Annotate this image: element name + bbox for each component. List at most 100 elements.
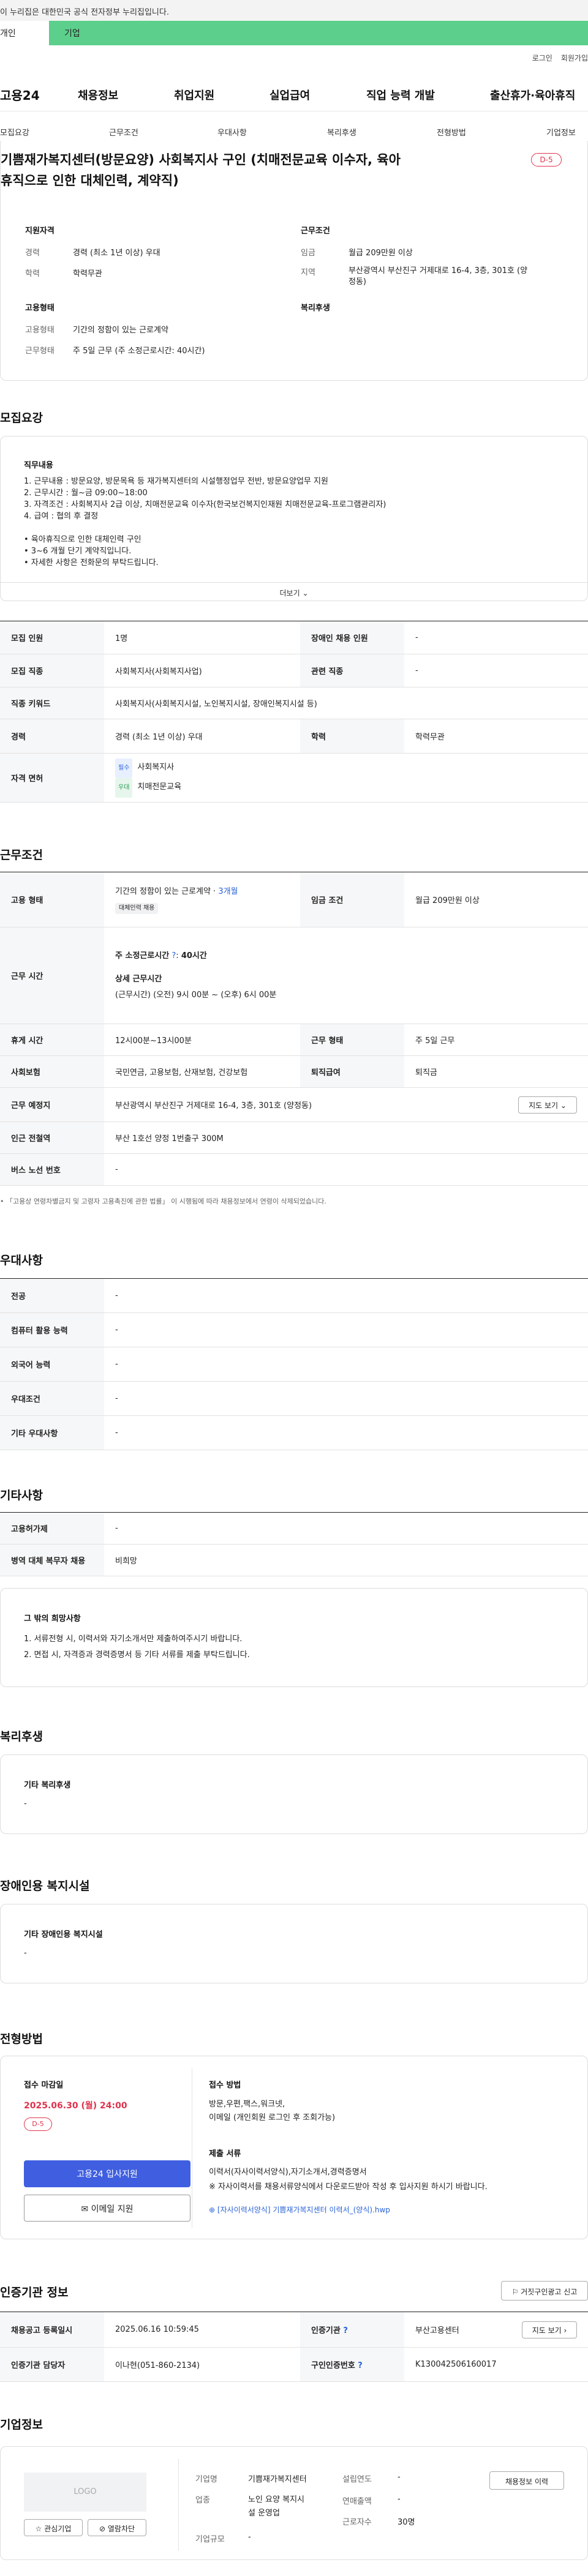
row-header: 사회보험: [0, 1055, 104, 1088]
company-logo-placeholder: LOGO: [24, 2473, 146, 2512]
work-value: 주 5일 근무 (주 소정근로시간: 40시간): [73, 346, 205, 356]
section-anchor-nav: 모집요강 근무조건 우대사항 복리후생 전형방법 기업정보: [0, 119, 588, 143]
menu-employment-support[interactable]: 취업지원: [174, 87, 214, 103]
row-value: 학력무관: [404, 719, 588, 754]
org-header-label: 인증기관: [311, 2326, 341, 2335]
row-header: 전공: [0, 1278, 104, 1313]
dday-badge: D-5: [24, 2117, 52, 2131]
etc-table: 고용허가제 - 병역 대체 복무자 채용 비희망: [0, 1512, 588, 1576]
table-row: 전공 -: [0, 1278, 588, 1313]
disability-facility-heading: 기타 장애인용 복지시설: [24, 1930, 103, 1939]
license-name: 치매전문교육: [137, 782, 182, 792]
row-header: 학력: [300, 719, 404, 754]
email-apply-label: 이메일 지원: [91, 2204, 134, 2214]
selection-card: 접수 마감일 2025.06.30 (월) 24:00 D-5 고용24 입사지…: [0, 2056, 588, 2239]
row-header: 자격 면허: [0, 753, 104, 803]
preferred-badge: 우대: [115, 777, 133, 798]
menu-skills-development[interactable]: 직업 능력 개발: [366, 87, 435, 103]
row-value: 1명: [104, 621, 300, 654]
anchor-welfare[interactable]: 복리후생: [327, 126, 356, 138]
preference-table: 전공 - 컴퓨터 활용 능력 - 외국어 능력 - 우대조건 - 기타 우대사항 -: [0, 1278, 588, 1450]
row-header: 근무 예정지: [0, 1087, 104, 1122]
welfare-card: 기타 복리후생 -: [0, 1754, 588, 1834]
resume-file-link[interactable]: ⊕ [자사이력서양식] 기쁨재가복지센터 이력서_(양식).hwp: [209, 2204, 390, 2215]
size-value: -: [248, 2533, 251, 2542]
row-value: 12시00분~13시00분: [104, 1024, 300, 1056]
row-header: 기타 우대사항: [0, 1415, 104, 1450]
tab-business[interactable]: 기업: [64, 27, 80, 39]
gov-banner-text: 이 누리집은 대한민국 공식 전자정부 누리집입니다.: [0, 8, 169, 17]
other-wishes-line: 2. 면접 시, 자격증과 경력증명서 등 기타 서류를 제출 부탁드립니다.: [24, 1650, 250, 1660]
table-row: 기타 우대사항 -: [0, 1415, 588, 1450]
job-desc-line: • 육아휴직으로 인한 대체인력 구인: [24, 535, 141, 544]
table-row: 우대조건 -: [0, 1381, 588, 1416]
help-icon[interactable]: ?: [358, 2361, 363, 2370]
job-history-button[interactable]: 채용정보 이력: [489, 2471, 564, 2490]
star-icon: ☆: [35, 2525, 42, 2533]
report-icon: ⚐: [511, 2288, 519, 2296]
table-row: 인근 전철역 부산 1호선 양정 1번출구 300M: [0, 1121, 588, 1154]
industry-line: 설 운영업: [248, 2509, 280, 2518]
anchor-company[interactable]: 기업정보: [546, 126, 576, 138]
menu-unemployment-benefit[interactable]: 실업급여: [270, 87, 310, 103]
job-desc-line: 2. 근무시간 : 월~금 09:00~18:00: [24, 489, 148, 498]
edu-value: 학력무관: [73, 269, 102, 279]
disability-facility-card: 기타 장애인용 복지시설 -: [0, 1904, 588, 1983]
help-icon[interactable]: ?: [343, 2326, 348, 2335]
job-desc-line: 1. 근무내용 : 방문요양, 방문목욕 등 재가복지센터의 시설행정업무 전반…: [24, 477, 328, 486]
row-header: 관련 직종: [300, 654, 404, 687]
more-button[interactable]: 더보기 ⌄: [1, 582, 587, 602]
site-logo[interactable]: 고용24: [0, 86, 40, 103]
method-value: 방문,우편,팩스,워크넷, 이메일 (개인회원 로그인 후 조회가능): [209, 2098, 335, 2125]
map-button[interactable]: 지도 보기 ⌄: [518, 1096, 577, 1114]
qual-heading: 지원자격: [25, 227, 55, 236]
row-value: -: [104, 1347, 588, 1382]
other-wishes-text: 1. 서류전형 시, 이력서와 자기소개서만 제출하여주시기 바랍니다. 2. …: [24, 1631, 250, 1663]
org-map-button[interactable]: 지도 보기 ›: [522, 2321, 577, 2338]
login-link[interactable]: 로그인: [532, 53, 552, 63]
row-value: 월급 209만원 이상: [404, 872, 588, 927]
tab-personal[interactable]: 개인: [0, 21, 49, 45]
etc-title: 기타사항: [0, 1489, 43, 1502]
row-header: 임금 조건: [300, 872, 404, 927]
divider: [178, 2459, 179, 2551]
region-line2: 정동): [349, 277, 366, 286]
career-label: 경력: [25, 249, 40, 258]
row-header: 모집 직종: [0, 654, 104, 687]
block-label: 열람차단: [107, 2525, 135, 2533]
help-icon[interactable]: ?: [172, 951, 176, 960]
emp-cell: 기간의 정함이 있는 근로계약 · 3개월 대체인력 채용: [104, 872, 300, 927]
email-apply-button[interactable]: ✉ 이메일 지원: [24, 2195, 190, 2222]
apply-button[interactable]: 고용24 입사지원: [24, 2160, 190, 2187]
job-desc-line: 3. 자격조건 : 사회복지사 2급 이상, 치매전문교육 이수자(한국보건복지…: [24, 500, 386, 509]
menu-maternity-leave[interactable]: 출산휴가·육아휴직: [490, 87, 575, 103]
chevron-down-icon: ⌄: [560, 1101, 567, 1110]
region-value: 부산광역시 부산진구 거제대로 16-4, 3층, 301호 (양 정동): [349, 266, 527, 288]
row-value: 사회복지사(사회복지시설, 노인복지시설, 장애인복지시설 등): [104, 687, 588, 719]
job-desc-line: 4. 급여 : 협의 후 결정: [24, 512, 99, 521]
row-value: 주 5일 근무: [404, 1024, 588, 1056]
job-title-line1: 기쁨재가복지센터(방문요양) 사회복지사 구인 (치매전문교육 이수자, 육아: [1, 152, 401, 167]
menu-jobs[interactable]: 채용정보: [78, 87, 118, 103]
weekly-hours: 주 소정근로시간 ?: 40시간: [115, 951, 207, 960]
anchor-preference[interactable]: 우대사항: [217, 126, 247, 138]
company-card: LOGO ☆ 관심기업 ⊘ 열람차단 기업명 기쁨재가복지센터 업종 노인 요양…: [0, 2446, 588, 2560]
block-company-button[interactable]: ⊘ 열람차단: [88, 2519, 146, 2536]
job-title-line2: 휴직으로 인한 대체인력, 계약직): [1, 173, 179, 188]
signup-link[interactable]: 회원가입: [561, 53, 588, 63]
anchor-recruit[interactable]: 모집요강: [0, 126, 29, 138]
row-value: -: [404, 654, 588, 687]
favorite-company-button[interactable]: ☆ 관심기업: [24, 2519, 83, 2536]
emp-line: 기간의 정함이 있는 근로계약 · 3개월: [115, 884, 289, 900]
founded-label: 설립연도: [342, 2475, 372, 2484]
anchor-conditions[interactable]: 근무조건: [109, 126, 138, 138]
welfare-box-heading: 기타 복리후생: [24, 1781, 71, 1790]
report-fake-ad-button[interactable]: ⚐ 거짓구인광고 신고: [501, 2281, 588, 2301]
anchor-selection[interactable]: 전형방법: [437, 126, 466, 138]
license-item: 우대 치매전문교육: [115, 777, 577, 798]
table-row: 병역 대체 복무자 채용 비희망: [0, 1544, 588, 1576]
download-icon: ⊕: [209, 2206, 216, 2214]
job-desc-line: • 3~6 개월 단기 계약직입니다.: [24, 547, 132, 556]
table-row: 고용허가제 -: [0, 1512, 588, 1544]
job-summary-card: 기쁨재가복지센터(방문요양) 사회복지사 구인 (치매전문교육 이수자, 육아 …: [0, 141, 588, 381]
